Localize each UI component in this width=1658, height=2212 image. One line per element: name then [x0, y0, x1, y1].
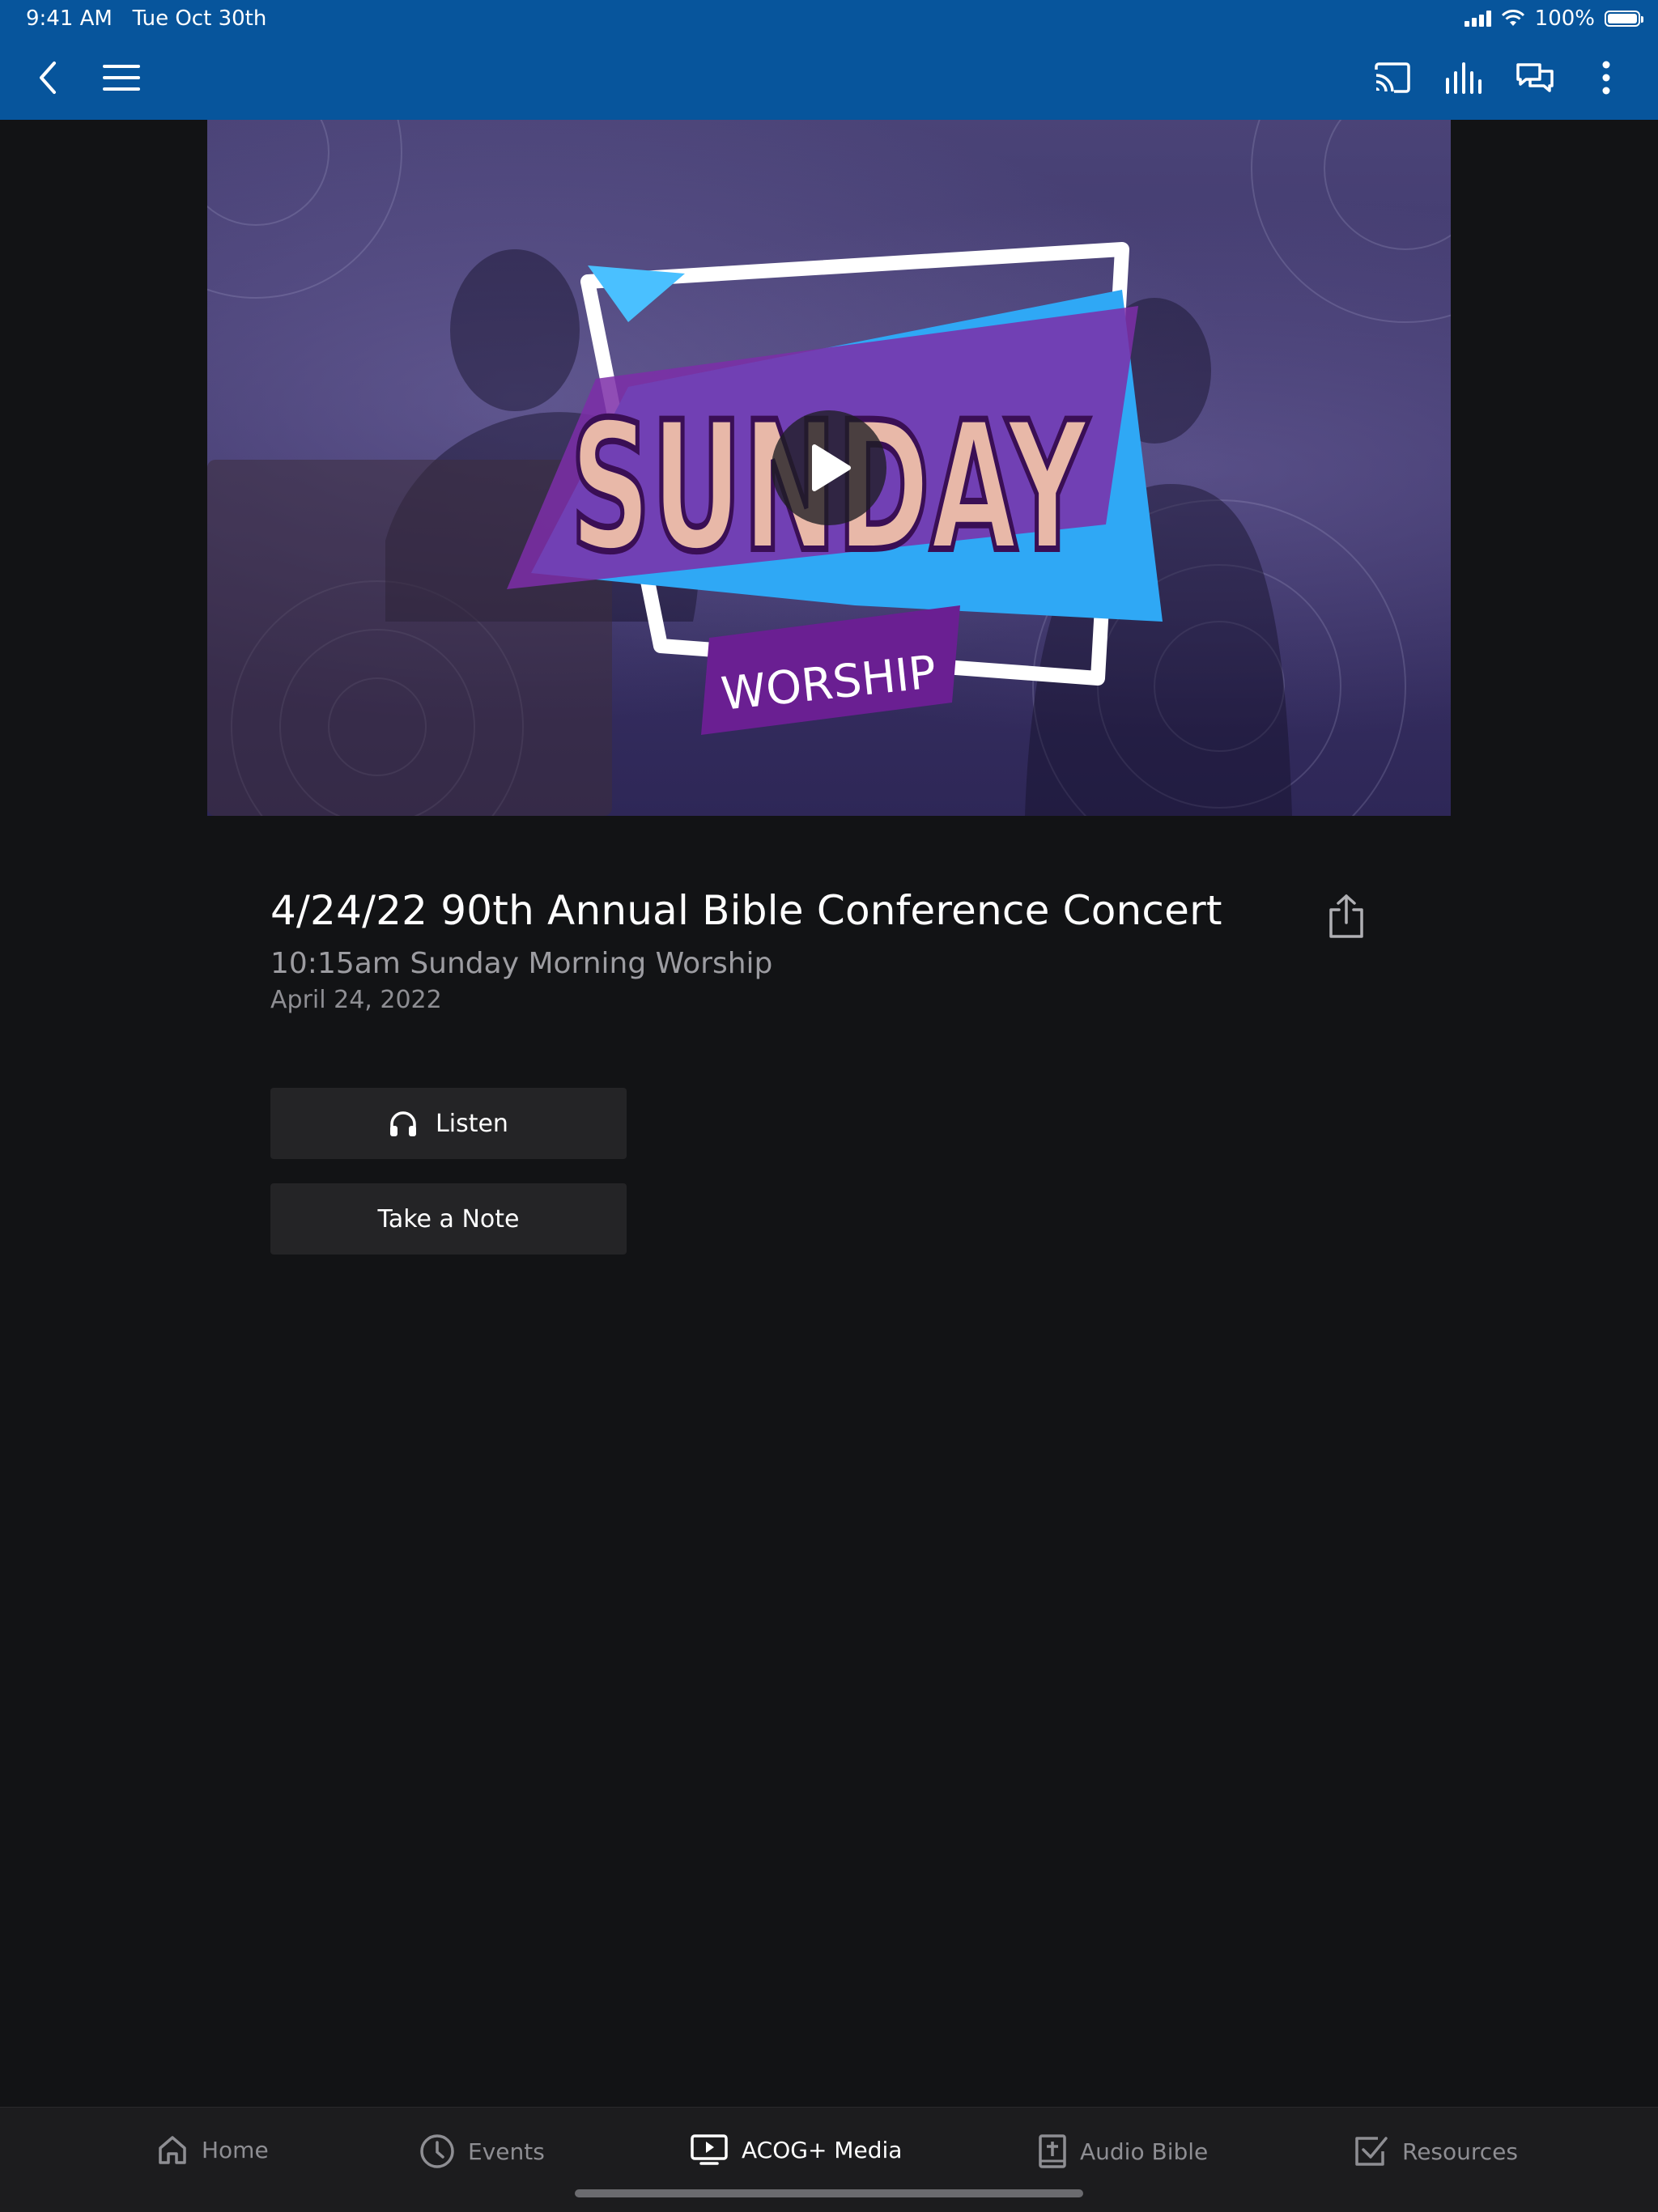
media-subtitle: 10:15am Sunday Morning Worship — [270, 947, 773, 980]
tab-audio-bible-label: Audio Bible — [1080, 2138, 1209, 2165]
tab-acog-media-label: ACOG+ Media — [742, 2136, 903, 2163]
signal-icon — [1464, 11, 1491, 27]
listen-label: Listen — [436, 1109, 508, 1138]
back-icon[interactable] — [24, 53, 73, 102]
tab-home[interactable]: Home — [156, 2133, 269, 2166]
clock-icon — [420, 2134, 454, 2168]
tab-home-label: Home — [202, 2136, 269, 2163]
media-date: April 24, 2022 — [270, 986, 442, 1014]
media-title: 4/24/22 90th Annual Bible Conference Con… — [270, 887, 1222, 934]
headphones-icon — [390, 1111, 417, 1136]
tab-audio-bible[interactable]: Audio Bible — [1038, 2133, 1208, 2169]
home-indicator[interactable] — [575, 2189, 1083, 2197]
status-bar-right: 100% — [1464, 6, 1643, 31]
share-icon[interactable] — [1328, 894, 1365, 939]
play-button[interactable] — [772, 410, 886, 525]
tab-events[interactable]: Events — [419, 2133, 545, 2169]
battery-percent: 100% — [1534, 6, 1595, 31]
top-bar: 9:41 AM Tue Oct 30th 100% — [0, 0, 1658, 120]
take-note-label: Take a Note — [377, 1204, 520, 1233]
home-icon — [159, 2136, 186, 2164]
bible-icon — [1039, 2134, 1066, 2168]
checkbox-icon — [1355, 2137, 1388, 2166]
status-date: Tue Oct 30th — [132, 6, 267, 31]
wifi-icon — [1501, 10, 1524, 26]
battery-icon — [1605, 11, 1643, 27]
cast-icon[interactable] — [1368, 53, 1417, 102]
status-time: 9:41 AM — [26, 6, 113, 31]
tab-acog-media[interactable]: ACOG+ Media — [690, 2133, 902, 2166]
menu-icon[interactable] — [97, 53, 146, 102]
listen-button[interactable]: Listen — [270, 1088, 627, 1159]
take-note-button[interactable]: Take a Note — [270, 1183, 627, 1255]
tab-resources[interactable]: Resources — [1354, 2133, 1518, 2169]
video-thumbnail[interactable]: SUNDAY WORSHIP — [207, 120, 1451, 816]
tv-play-icon — [691, 2134, 728, 2165]
status-bar-time: 9:41 AM Tue Oct 30th — [26, 6, 266, 31]
more-vert-icon[interactable] — [1582, 53, 1630, 102]
chat-icon[interactable] — [1511, 53, 1559, 102]
tab-resources-label: Resources — [1402, 2138, 1518, 2165]
play-icon — [812, 444, 851, 491]
audio-levels-icon[interactable] — [1439, 53, 1488, 102]
tab-events-label: Events — [468, 2138, 545, 2165]
